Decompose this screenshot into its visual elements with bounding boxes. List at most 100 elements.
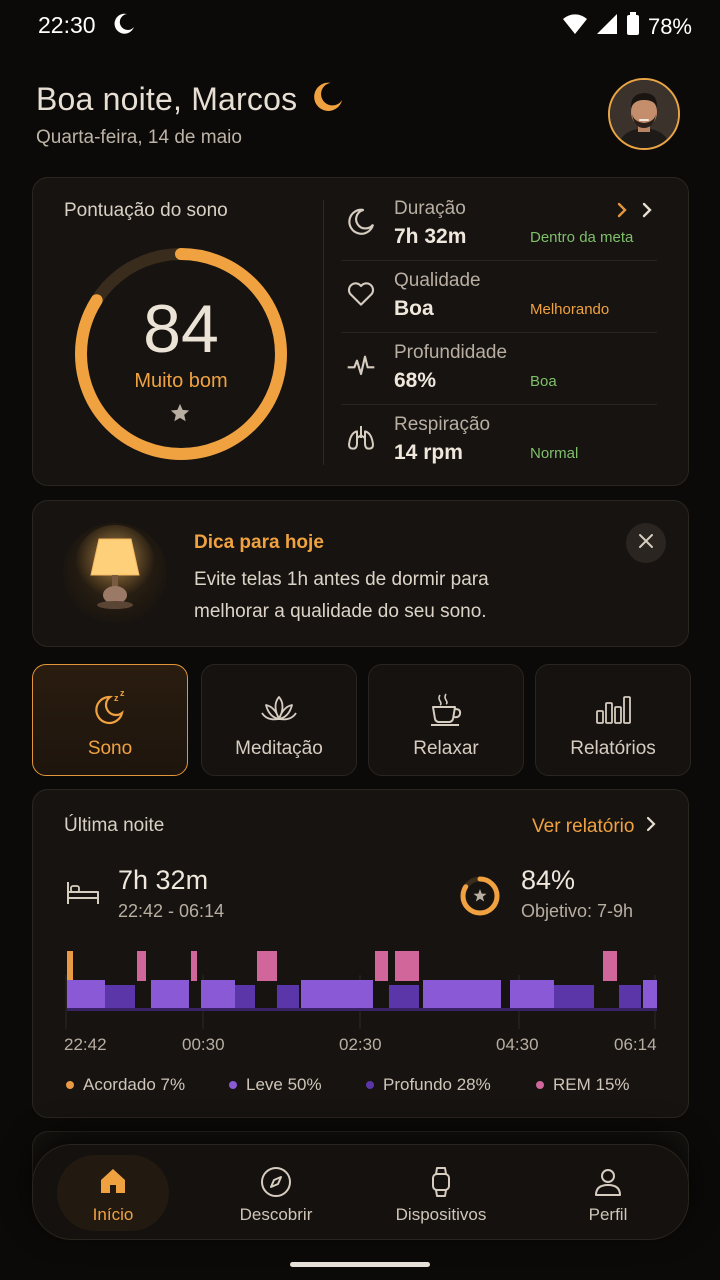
tip-card: Dica para hoje Evite telas 1h antes de d…: [32, 500, 689, 647]
time-tick: 22:42: [64, 1035, 107, 1054]
time-tick: 02:30: [339, 1035, 382, 1054]
legend-dot: [66, 1081, 74, 1089]
last-night-title: Última noite: [64, 815, 165, 836]
tab-label: Meditação: [235, 738, 323, 759]
chevron-right-icon[interactable]: [613, 200, 657, 225]
star-icon: [169, 402, 191, 429]
lotus-icon: [202, 689, 356, 729]
status-icons: 78%: [562, 12, 692, 41]
close-button[interactable]: [626, 523, 666, 563]
star-icon: [473, 889, 487, 902]
legend-awake: Acordado 7%: [66, 1075, 185, 1095]
rem-segment: [257, 951, 277, 981]
metric-breathing[interactable]: Respiração 14 rpm Normal: [341, 414, 657, 486]
close-icon: [637, 532, 655, 555]
sleep-time-range: 22:42 - 06:14: [118, 901, 225, 921]
battery-percent: 78%: [647, 13, 692, 39]
greeting-row: Boa noite, Marcos: [36, 80, 345, 119]
light-segment: [510, 980, 554, 1008]
moon-icon: [345, 206, 377, 243]
deep-segment: [619, 985, 641, 1009]
metric-separator: [341, 332, 657, 333]
metric-status: Melhorando: [530, 301, 610, 318]
view-report-label: Ver relatório: [532, 816, 635, 837]
home-indicator: [290, 1262, 430, 1267]
tab-label: Relatórios: [570, 738, 656, 759]
metric-status: Boa: [530, 373, 557, 390]
nav-discover[interactable]: Descobrir: [216, 1145, 336, 1241]
nav-label: Dispositivos: [395, 1205, 487, 1224]
sleep-score-value: 84: [143, 291, 219, 367]
view-report-link[interactable]: Ver relatório: [532, 815, 658, 839]
tab-sleep[interactable]: zz Sono: [32, 664, 188, 776]
chevron-right-icon: [644, 815, 658, 839]
greeting-date: Quarta-feira, 14 de maio: [36, 127, 242, 148]
rem-segment: [603, 951, 617, 981]
sleep-duration: 7h 32m: [118, 865, 209, 895]
bed-icon: [66, 880, 100, 911]
score-divider: [323, 200, 324, 465]
lungs-icon: [345, 422, 377, 459]
deep-segment: [105, 985, 135, 1009]
light-segment: [201, 980, 235, 1008]
sleep-hypnogram: [65, 951, 657, 1029]
time-tick: 06:14: [614, 1035, 657, 1054]
bar-chart-icon: [536, 689, 690, 729]
compass-icon: [216, 1165, 336, 1199]
metric-separator: [341, 404, 657, 405]
legend-label: Acordado 7%: [83, 1075, 186, 1094]
battery-icon: [626, 12, 640, 41]
tip-text: Evite telas 1h antes de dormir para melh…: [194, 569, 489, 622]
legend-dot: [536, 1081, 544, 1089]
greeting-title: Boa noite, Marcos: [36, 81, 298, 117]
tab-label: Sono: [87, 738, 133, 759]
rem-segment: [191, 951, 197, 981]
legend-light: Leve 50%: [229, 1075, 322, 1095]
heart-icon: [345, 278, 377, 315]
sleep-score-label: Muito bom: [134, 370, 228, 392]
legend-label: REM 15%: [553, 1075, 630, 1094]
svg-text:z: z: [114, 693, 119, 703]
status-bar: 22:30 78%: [0, 0, 720, 52]
rem-segment: [375, 951, 388, 981]
tab-meditation[interactable]: Meditação: [201, 664, 357, 776]
goal-progress-ring: [460, 876, 500, 916]
sleep-score-title: Pontuação do sono: [64, 200, 228, 221]
rem-segment: [137, 951, 146, 981]
tip-title: Dica para hoje: [194, 532, 324, 553]
metric-label: Qualidade: [394, 270, 481, 291]
coffee-cup-icon: [369, 689, 523, 729]
legend-deep: Profundo 28%: [366, 1075, 491, 1095]
light-segment: [643, 980, 657, 1008]
wifi-icon: [562, 13, 588, 40]
person-icon: [548, 1165, 668, 1199]
nav-profile[interactable]: Perfil: [548, 1145, 668, 1241]
nav-label: Perfil: [588, 1205, 628, 1224]
nav-label: Início: [92, 1205, 134, 1224]
light-segment: [67, 980, 105, 1008]
light-segment: [423, 980, 467, 1008]
deep-segment: [389, 985, 419, 1009]
metric-status: Dentro da meta: [530, 229, 634, 246]
lamp-icon: [63, 523, 167, 623]
moon-icon: [311, 80, 345, 119]
deep-segment: [235, 985, 255, 1009]
time-tick: 00:30: [182, 1035, 225, 1054]
pulse-icon: [345, 350, 377, 387]
time-tick: 04:30: [496, 1035, 539, 1054]
deep-segment: [277, 985, 299, 1009]
sleep-score-card[interactable]: Pontuação do sono 84 Muito bom Duração 7…: [32, 177, 689, 486]
last-night-card: Última noite Ver relatório 7h 32m 22:42 …: [32, 789, 689, 1118]
nav-devices[interactable]: Dispositivos: [381, 1145, 501, 1241]
nav-label: Descobrir: [239, 1205, 313, 1224]
tab-label: Relaxar: [413, 738, 479, 759]
tab-reports[interactable]: Relatórios: [535, 664, 691, 776]
legend-label: Leve 50%: [246, 1075, 322, 1094]
tab-relax[interactable]: Relaxar: [368, 664, 524, 776]
goal-text: Objetivo: 7-9h: [521, 901, 634, 921]
awake-segment: [67, 951, 73, 985]
avatar[interactable]: [608, 78, 680, 150]
rem-segment: [395, 951, 419, 981]
nav-home[interactable]: Início: [53, 1145, 173, 1241]
legend-dot: [229, 1081, 237, 1089]
